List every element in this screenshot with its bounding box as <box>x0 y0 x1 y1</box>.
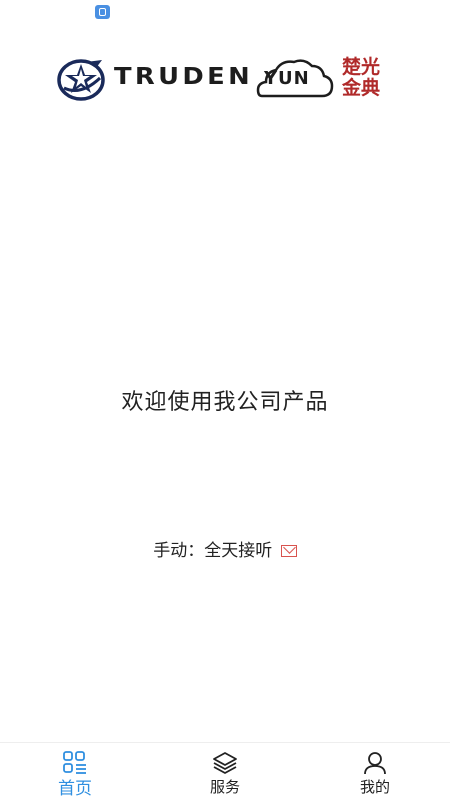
logo-wordmark: TRUDEN <box>114 64 254 90</box>
app-notification-icon <box>95 5 110 19</box>
manual-answer-row: 手动：全天接听 <box>0 536 450 561</box>
tab-mine[interactable]: 我的 <box>300 743 450 800</box>
status-bar <box>0 0 450 26</box>
star-globe-icon <box>57 59 105 101</box>
tab-service-label: 服务 <box>209 778 240 796</box>
tab-service[interactable]: 服务 <box>150 743 300 800</box>
grid-icon <box>63 751 86 774</box>
tab-mine-label: 我的 <box>359 778 390 796</box>
tab-home-label: 首页 <box>58 779 92 799</box>
logo-seal-line: 金典 <box>341 77 380 99</box>
manual-answer-text: 手动：全天接听 <box>153 541 273 561</box>
company-logo: TRUDEN YUN 楚光 金典 <box>56 56 392 104</box>
logo-cloud-text: YUN <box>264 68 310 89</box>
logo-seal-line: 楚光 <box>341 56 380 78</box>
bottom-tab-bar: 首页 服务 我的 <box>0 742 450 800</box>
logo-seal: 楚光 金典 <box>333 57 389 101</box>
person-icon <box>364 752 386 775</box>
tab-home[interactable]: 首页 <box>0 743 150 800</box>
mail-icon <box>280 545 297 557</box>
layers-icon <box>213 752 237 774</box>
welcome-text: 欢迎使用我公司产品 <box>121 390 329 415</box>
